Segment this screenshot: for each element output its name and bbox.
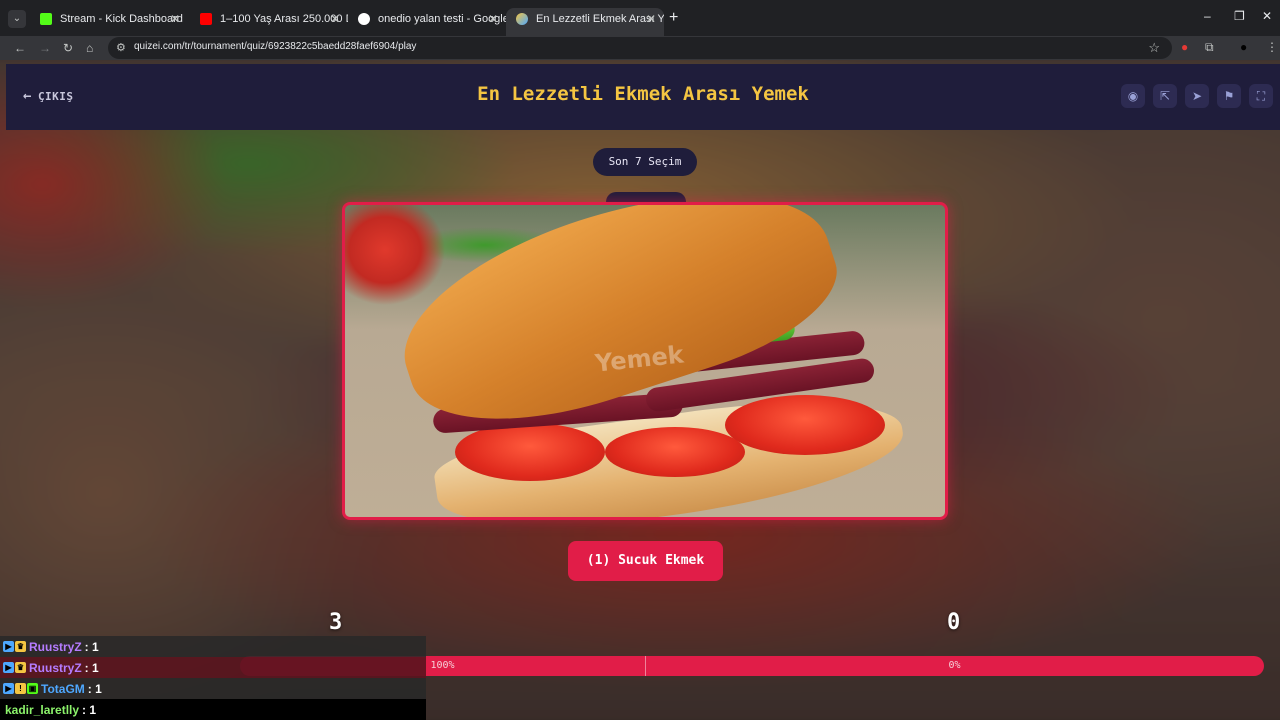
- tab-title: 1–100 Yaş Arası 250.000 Dolar: [220, 13, 348, 25]
- chat-message: kadir_laretlly : 1: [0, 699, 426, 720]
- option-select-button[interactable]: (1) Sucuk Ekmek: [568, 541, 723, 581]
- browser-tab-strip: ⌄ Stream - Kick Dashboard ✕ 1–100 Yaş Ar…: [0, 0, 1280, 36]
- close-icon[interactable]: ✕: [488, 8, 498, 30]
- crown-badge-icon: ♛: [15, 641, 26, 652]
- quiz-header: ← ÇIKIŞ En Lezzetli Ekmek Arası Yemek ◉ …: [6, 64, 1280, 130]
- minimize-icon[interactable]: –: [1204, 9, 1211, 23]
- tab-title: onedio yalan testi - Google'da: [378, 13, 506, 25]
- round-label: Son 7 Seçim: [593, 148, 697, 176]
- google-favicon-icon: [358, 13, 370, 25]
- address-bar-url[interactable]: quizei.com/tr/tournament/quiz/6923822c5b…: [134, 41, 416, 52]
- kick-favicon-icon: [40, 13, 52, 25]
- crown-badge-icon: ♛: [15, 662, 26, 673]
- play-badge-icon: ▶: [3, 662, 14, 673]
- score-left: 3: [329, 610, 343, 635]
- browser-tab-quizei[interactable]: En Lezzetli Ekmek Arası Yemek ✕: [506, 8, 664, 36]
- close-icon[interactable]: ✕: [170, 8, 180, 30]
- browser-tab-google[interactable]: onedio yalan testi - Google'da ✕: [348, 8, 506, 36]
- chat-username: RuustryZ: [29, 639, 82, 654]
- share-icon[interactable]: ⇱: [1153, 84, 1177, 108]
- quiz-title: En Lezzetli Ekmek Arası Yemek: [477, 83, 809, 105]
- chat-message: ▶ ♛ RuustryZ : 1: [0, 657, 426, 678]
- chat-text: : 1: [82, 702, 97, 717]
- reload-icon[interactable]: ↻: [63, 40, 73, 56]
- chat-text: : 1: [84, 660, 99, 675]
- arrow-right-icon[interactable]: →: [39, 40, 51, 56]
- flag-icon[interactable]: ⚑: [1217, 84, 1241, 108]
- browser-tab-kick[interactable]: Stream - Kick Dashboard ✕: [30, 8, 188, 36]
- play-badge-icon: ▶: [3, 641, 14, 652]
- address-bar[interactable]: ⚙ quizei.com/tr/tournament/quiz/6923822c…: [108, 37, 1172, 59]
- site-info-icon[interactable]: ⚙: [116, 41, 126, 54]
- puzzle-icon[interactable]: ⧉: [1205, 40, 1214, 55]
- browser-toolbar: ← → ↻ ⌂ ⚙ quizei.com/tr/tournament/quiz/…: [0, 36, 1280, 60]
- star-icon[interactable]: ☆: [1148, 40, 1160, 56]
- play-badge-icon: ▶: [3, 683, 14, 694]
- chat-message: ▶ ! ▣ TotaGM : 1: [0, 678, 426, 699]
- chat-username: kadir_laretlly: [5, 702, 80, 717]
- arrow-left-icon[interactable]: ←: [14, 40, 26, 56]
- close-icon[interactable]: ✕: [330, 8, 340, 30]
- youtube-favicon-icon: [200, 13, 212, 25]
- extension-icon[interactable]: ●: [1181, 40, 1188, 54]
- chat-username: RuustryZ: [29, 660, 82, 675]
- chat-message: ▶ ♛ RuustryZ : 1: [0, 636, 426, 657]
- home-icon[interactable]: ⌂: [86, 40, 93, 56]
- score-right: 0: [947, 610, 961, 635]
- chat-username: TotaGM: [41, 681, 85, 696]
- chat-text: : 1: [84, 639, 99, 654]
- new-tab-button[interactable]: +: [669, 8, 678, 28]
- tab-search-button[interactable]: ⌄: [8, 10, 26, 28]
- tab-title: Stream - Kick Dashboard: [60, 13, 183, 25]
- browser-tab-youtube[interactable]: 1–100 Yaş Arası 250.000 Dolar ✕: [190, 8, 348, 36]
- chat-text: : 1: [87, 681, 102, 696]
- quiz-page: ← ÇIKIŞ En Lezzetli Ekmek Arası Yemek ◉ …: [0, 60, 1280, 720]
- kebab-menu-icon[interactable]: ⋮: [1266, 40, 1278, 54]
- tab-title: En Lezzetli Ekmek Arası Yemek: [536, 13, 664, 25]
- quizei-favicon-icon: [516, 13, 528, 25]
- fullscreen-icon[interactable]: ⛶: [1249, 84, 1273, 108]
- alert-badge-icon: !: [15, 683, 26, 694]
- restore-icon[interactable]: ❐: [1234, 9, 1245, 23]
- profile-avatar[interactable]: ●: [1240, 40, 1247, 54]
- send-icon[interactable]: ➤: [1185, 84, 1209, 108]
- close-icon[interactable]: ✕: [646, 8, 656, 30]
- window-close-icon[interactable]: ✕: [1262, 9, 1272, 23]
- vote-right-percent: 0%: [948, 660, 961, 671]
- option-image[interactable]: Yemek: [342, 202, 948, 520]
- gift-badge-icon: ▣: [27, 683, 38, 694]
- eye-icon[interactable]: ◉: [1121, 84, 1145, 108]
- stream-chat-overlay: ▶ ♛ RuustryZ : 1 ▶ ♛ RuustryZ : 1 ▶ ! ▣ …: [0, 636, 426, 720]
